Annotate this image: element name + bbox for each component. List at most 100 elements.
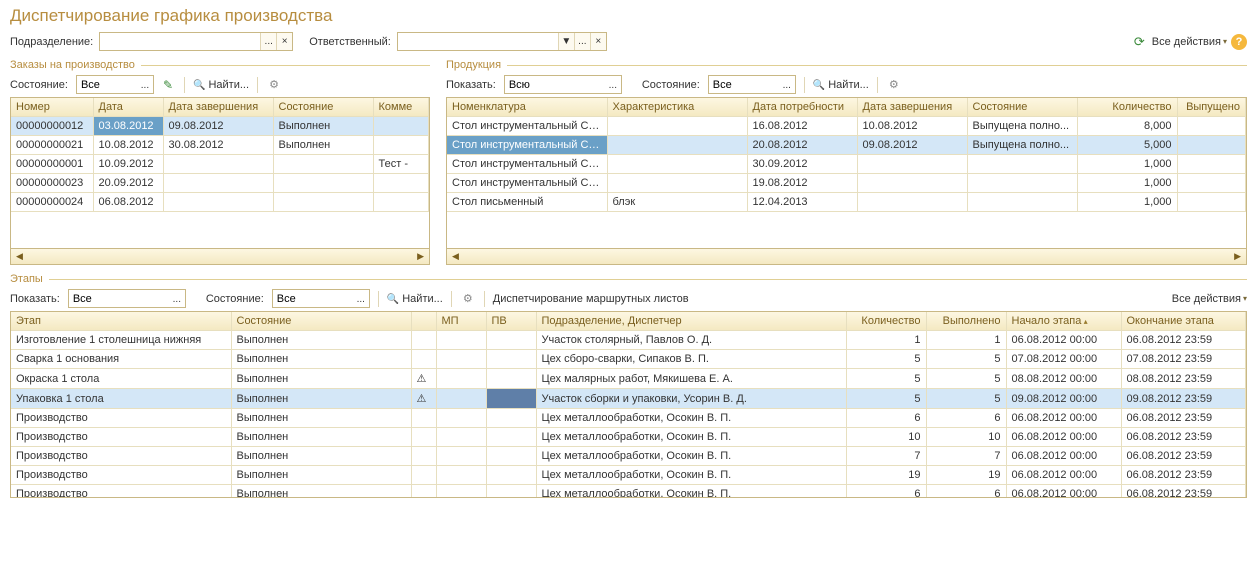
column-header[interactable]: Количество	[846, 312, 926, 331]
column-header[interactable]: Номер	[11, 98, 93, 117]
table-cell: 06.08.2012 23:59	[1121, 409, 1246, 428]
table-row[interactable]: ПроизводствоВыполненЦех металлообработки…	[11, 466, 1246, 485]
table-row[interactable]: 0000000002406.08.2012	[11, 193, 429, 212]
products-scrollbar[interactable]: ◀ ▶	[446, 249, 1247, 265]
stages-state-dots-button[interactable]: ...	[353, 290, 369, 309]
table-row[interactable]: Упаковка 1 столаВыполнен⚠Участок сборки …	[11, 389, 1246, 409]
column-header[interactable]: Номенклатура	[447, 98, 607, 117]
column-header[interactable]: Подразделение, Диспетчер	[536, 312, 846, 331]
column-header[interactable]: Комме	[373, 98, 429, 117]
responsible-dots-button[interactable]: ...	[574, 33, 590, 50]
products-show-field[interactable]	[505, 76, 605, 93]
table-row[interactable]: 0000000002320.09.2012	[11, 174, 429, 193]
table-row[interactable]: 0000000002110.08.201230.08.2012Выполнен	[11, 136, 429, 155]
orders-state-field[interactable]	[77, 76, 137, 93]
column-header[interactable]: МП	[436, 312, 486, 331]
orders-state-label: Состояние:	[10, 79, 68, 91]
stages-show-input[interactable]: ...	[68, 289, 186, 308]
search-icon	[387, 293, 399, 305]
table-row[interactable]: Окраска 1 столаВыполнен⚠Цех малярных раб…	[11, 369, 1246, 389]
stages-settings-button[interactable]	[460, 289, 476, 308]
table-cell: Цех сборо-сварки, Сипаков В. П.	[536, 350, 846, 369]
products-show-input[interactable]: ...	[504, 75, 622, 94]
table-cell: 1,000	[1077, 174, 1177, 193]
orders-state-dots-button[interactable]: ...	[137, 76, 153, 95]
column-header[interactable]: Выполнено	[926, 312, 1006, 331]
stages-find-button[interactable]: Найти...	[387, 293, 443, 305]
table-cell: 06.08.2012 00:00	[1006, 447, 1121, 466]
scroll-left-icon[interactable]: ◀	[449, 251, 462, 262]
column-header[interactable]: Дата	[93, 98, 163, 117]
responsible-field[interactable]	[398, 33, 558, 50]
table-row[interactable]: ПроизводствоВыполненЦех металлообработки…	[11, 485, 1246, 498]
table-row[interactable]: Стол инструментальный СИ...30.09.20121,0…	[447, 155, 1246, 174]
table-row[interactable]: ПроизводствоВыполненЦех металлообработки…	[11, 409, 1246, 428]
products-table[interactable]: НоменклатураХарактеристикаДата потребнос…	[447, 98, 1246, 212]
all-actions-button[interactable]: Все действия ▾	[1152, 36, 1227, 48]
refresh-button[interactable]	[1131, 32, 1148, 51]
column-header[interactable]: ПВ	[486, 312, 536, 331]
table-row[interactable]: Стол инструментальный СИ...16.08.201210.…	[447, 117, 1246, 136]
department-field[interactable]	[100, 33, 260, 50]
orders-settings-button[interactable]	[266, 75, 282, 94]
table-row[interactable]: Стол инструментальный СИ...20.08.201209.…	[447, 136, 1246, 155]
responsible-clear-button[interactable]: ×	[590, 33, 606, 50]
help-icon[interactable]: ?	[1231, 34, 1247, 50]
department-input[interactable]: ... ×	[99, 32, 293, 51]
dispatch-route-lists-button[interactable]: Диспетчирование маршрутных листов	[493, 293, 689, 305]
table-cell: Стол инструментальный СИ...	[447, 117, 607, 136]
orders-state-input[interactable]: ...	[76, 75, 154, 94]
column-header[interactable]: Дата завершения	[857, 98, 967, 117]
stages-state-field[interactable]	[273, 290, 353, 307]
stages-show-dots-button[interactable]: ...	[169, 290, 185, 309]
column-header[interactable]	[411, 312, 436, 331]
table-cell: 7	[926, 447, 1006, 466]
scroll-right-icon[interactable]: ▶	[414, 251, 427, 262]
orders-table[interactable]: НомерДатаДата завершенияСостояниеКомме 0…	[11, 98, 429, 212]
table-row[interactable]: ПроизводствоВыполненЦех металлообработки…	[11, 447, 1246, 466]
table-row[interactable]: ПроизводствоВыполненЦех металлообработки…	[11, 428, 1246, 447]
column-header[interactable]: Начало этапа	[1006, 312, 1121, 331]
table-row[interactable]: Стол письменныйблэк12.04.20131,000	[447, 193, 1246, 212]
orders-find-button[interactable]: Найти...	[193, 79, 249, 91]
column-header[interactable]: Состояние	[231, 312, 411, 331]
stages-table[interactable]: ЭтапСостояние МППВПодразделение, Диспетче…	[11, 312, 1246, 497]
table-row[interactable]: Стол инструментальный СИ...19.08.20121,0…	[447, 174, 1246, 193]
table-cell: Производство	[11, 409, 231, 428]
column-header[interactable]: Состояние	[967, 98, 1077, 117]
column-header[interactable]: Выпущено	[1177, 98, 1246, 117]
orders-edit-button[interactable]	[160, 75, 176, 94]
products-settings-button[interactable]	[886, 75, 902, 94]
department-dots-button[interactable]: ...	[260, 33, 276, 50]
table-cell: 06.08.2012 00:00	[1006, 428, 1121, 447]
products-state-dots-button[interactable]: ...	[779, 76, 795, 95]
orders-scrollbar[interactable]: ◀ ▶	[10, 249, 430, 265]
scroll-left-icon[interactable]: ◀	[13, 251, 26, 262]
stages-show-field[interactable]	[69, 290, 169, 307]
products-show-dots-button[interactable]: ...	[605, 76, 621, 95]
column-header[interactable]: Этап	[11, 312, 231, 331]
table-row[interactable]: Сварка 1 основанияВыполненЦех сборо-свар…	[11, 350, 1246, 369]
table-row[interactable]: Изготовление 1 столешница нижняяВыполнен…	[11, 331, 1246, 350]
table-cell	[436, 331, 486, 350]
stages-all-actions-button[interactable]: Все действия ▾	[1172, 293, 1247, 305]
responsible-drop-button[interactable]: ▼	[558, 33, 574, 50]
column-header[interactable]: Окончание этапа	[1121, 312, 1246, 331]
column-header[interactable]: Характеристика	[607, 98, 747, 117]
scroll-right-icon[interactable]: ▶	[1231, 251, 1244, 262]
column-header[interactable]: Дата завершения	[163, 98, 273, 117]
table-row[interactable]: 0000000001203.08.201209.08.2012Выполнен	[11, 117, 429, 136]
table-cell	[857, 155, 967, 174]
department-clear-button[interactable]: ×	[276, 33, 292, 50]
products-state-input[interactable]: ...	[708, 75, 796, 94]
stages-state-input[interactable]: ...	[272, 289, 370, 308]
column-header[interactable]: Дата потребности	[747, 98, 857, 117]
table-cell: 06.08.2012 23:59	[1121, 466, 1246, 485]
column-header[interactable]: Состояние	[273, 98, 373, 117]
responsible-input[interactable]: ▼ ... ×	[397, 32, 607, 51]
products-find-button[interactable]: Найти...	[813, 79, 869, 91]
products-state-field[interactable]	[709, 76, 779, 93]
stages-title: Этапы	[10, 273, 43, 285]
column-header[interactable]: Количество	[1077, 98, 1177, 117]
table-row[interactable]: 0000000000110.09.2012Тест -	[11, 155, 429, 174]
